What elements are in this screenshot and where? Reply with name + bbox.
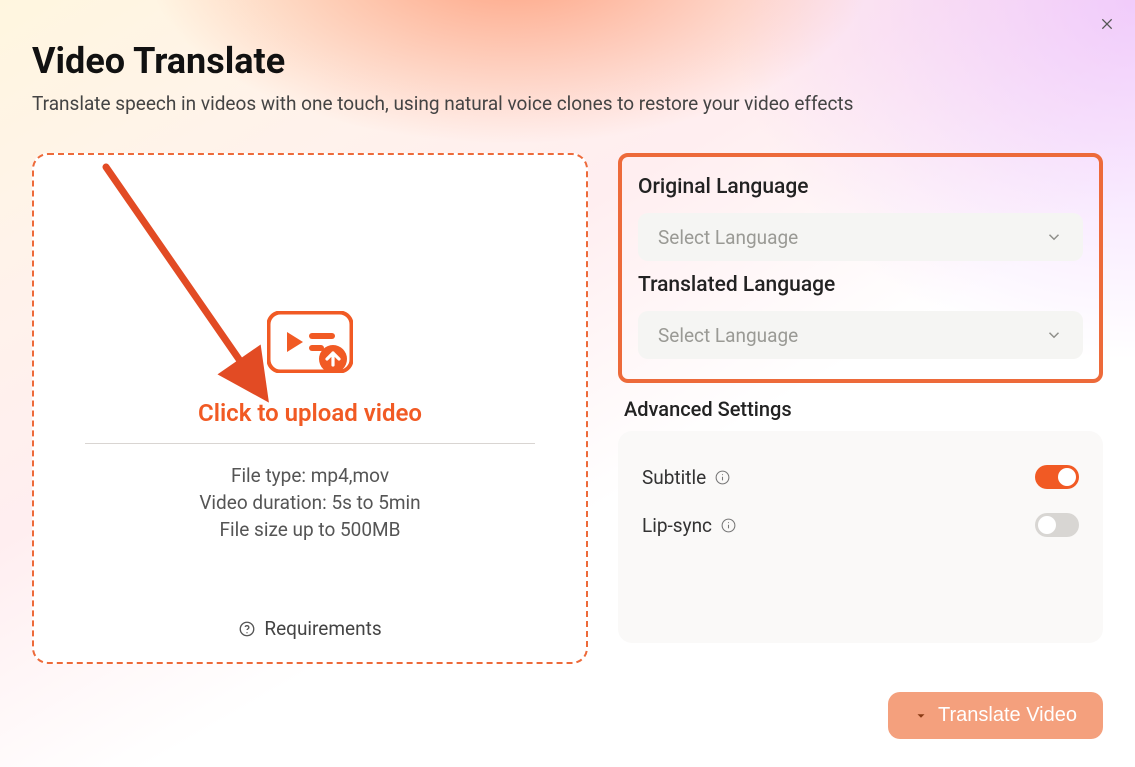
subtitle-toggle[interactable] — [1035, 465, 1079, 489]
chevron-down-icon — [1045, 228, 1063, 246]
translated-language-placeholder: Select Language — [658, 324, 798, 347]
lipsync-row: Lip-sync — [642, 501, 1079, 549]
close-icon — [1099, 16, 1115, 32]
subtitle-label: Subtitle — [642, 466, 706, 489]
chevron-down-icon — [914, 709, 928, 723]
translated-language-label: Translated Language — [638, 273, 1083, 297]
language-section-highlight: Original Language Select Language Transl… — [618, 153, 1103, 383]
content: Click to upload video File type: mp4,mov… — [0, 125, 1135, 664]
advanced-settings-panel: Subtitle Lip-sync — [618, 431, 1103, 643]
translated-language-select[interactable]: Select Language — [638, 311, 1083, 359]
page-title: Video Translate — [32, 40, 1103, 82]
subtitle-row: Subtitle — [642, 453, 1079, 501]
info-circle-icon — [720, 517, 737, 534]
header: Video Translate Translate speech in vide… — [0, 0, 1135, 125]
requirements-link[interactable]: Requirements — [238, 617, 381, 640]
lipsync-label: Lip-sync — [642, 514, 712, 537]
translate-video-button[interactable]: Translate Video — [888, 692, 1103, 739]
settings-column: Original Language Select Language Transl… — [618, 153, 1103, 664]
original-language-select[interactable]: Select Language — [638, 213, 1083, 261]
upload-file-type: File type: mp4,mov — [231, 464, 389, 487]
chevron-down-icon — [1045, 326, 1063, 344]
divider — [85, 443, 535, 444]
upload-duration: Video duration: 5s to 5min — [199, 491, 420, 514]
close-button[interactable] — [1093, 10, 1121, 38]
advanced-settings-label: Advanced Settings — [624, 397, 1103, 421]
lipsync-toggle[interactable] — [1035, 513, 1079, 537]
requirements-label: Requirements — [264, 617, 381, 640]
info-circle-icon — [714, 469, 731, 486]
original-language-placeholder: Select Language — [658, 226, 798, 249]
upload-size: File size up to 500MB — [220, 518, 401, 541]
upload-dropzone[interactable]: Click to upload video File type: mp4,mov… — [32, 153, 588, 664]
translate-button-label: Translate Video — [938, 704, 1077, 727]
page-subtitle: Translate speech in videos with one touc… — [32, 92, 1103, 115]
original-language-label: Original Language — [638, 175, 1083, 199]
upload-center: Click to upload video File type: mp4,mov… — [56, 183, 564, 642]
upload-cta-text: Click to upload video — [198, 399, 422, 427]
help-circle-icon — [238, 620, 256, 638]
footer: Translate Video — [888, 692, 1103, 739]
upload-video-icon — [267, 311, 353, 373]
